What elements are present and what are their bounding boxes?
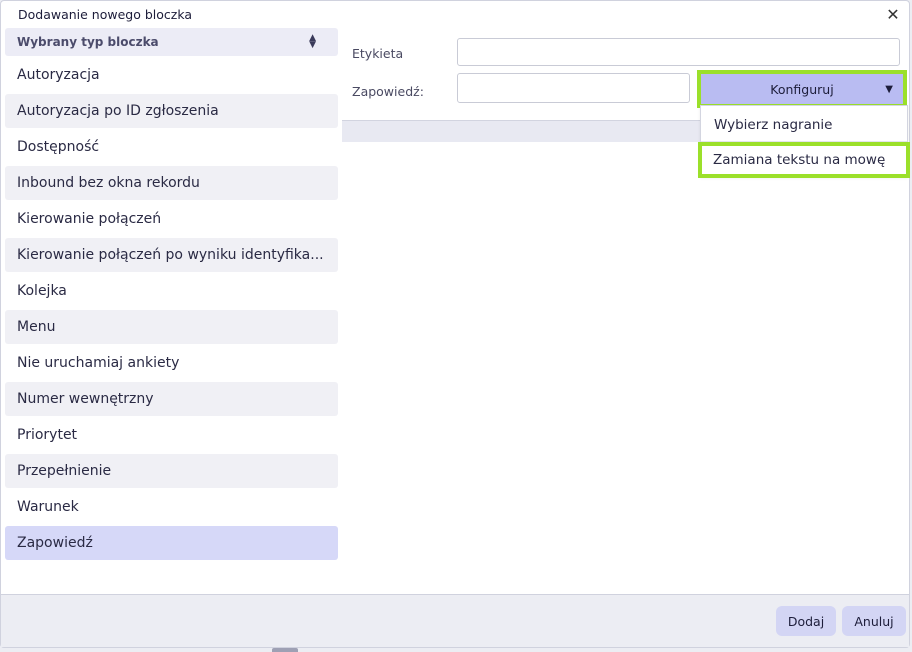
list-item-kolejka[interactable]: Kolejka <box>5 274 338 308</box>
announcement-input[interactable] <box>457 73 690 103</box>
list-item-kierowanie-po-wyniku[interactable]: Kierowanie połączeń po wyniku identyfika… <box>5 238 338 272</box>
dialog-title: Dodawanie nowego bloczka <box>18 7 193 22</box>
list-item-kierowanie-polaczen[interactable]: Kierowanie połączeń <box>5 202 338 236</box>
add-block-dialog: Dodawanie nowego bloczka ✕ Wybrany typ b… <box>0 0 910 648</box>
label-input[interactable] <box>457 38 900 66</box>
dialog-footer: Dodaj Anuluj <box>1 594 909 647</box>
configure-button[interactable]: Konfiguruj ▼ <box>697 70 907 108</box>
list-item-zapowiedz[interactable]: Zapowiedź <box>5 526 338 560</box>
sort-updown-icon: ▲ ▼ <box>309 33 316 50</box>
block-type-header-label: Wybrany typ bloczka <box>17 35 159 49</box>
block-type-header[interactable]: Wybrany typ bloczka ▲ ▼ <box>5 28 338 56</box>
configure-menu: Wybierz nagranie Zamiana tekstu na mowę <box>698 105 910 178</box>
chevron-down-icon: ▼ <box>885 84 893 95</box>
list-item-autoryzacja[interactable]: Autoryzacja <box>5 58 338 92</box>
label-field-label: Etykieta <box>352 46 404 61</box>
add-button[interactable]: Dodaj <box>776 606 836 636</box>
background-tab-handle <box>272 648 298 652</box>
menu-item-choose-recording[interactable]: Wybierz nagranie <box>701 108 907 142</box>
announcement-field-label: Zapowiedź: <box>352 84 424 99</box>
block-type-list: Wybrany typ bloczka ▲ ▼ Autoryzacja Autor… <box>5 28 338 560</box>
list-item-dostepnosc[interactable]: Dostępność <box>5 130 338 164</box>
list-item-inbound[interactable]: Inbound bez okna rekordu <box>5 166 338 200</box>
dialog-titlebar: Dodawanie nowego bloczka ✕ <box>1 1 909 28</box>
list-item-warunek[interactable]: Warunek <box>5 490 338 524</box>
menu-item-text-to-speech[interactable]: Zamiana tekstu na mowę <box>698 142 910 178</box>
cancel-button[interactable]: Anuluj <box>842 606 906 636</box>
list-item-przepelnienie[interactable]: Przepełnienie <box>5 454 338 488</box>
configure-button-label: Konfiguruj <box>770 81 834 97</box>
close-icon[interactable]: ✕ <box>883 4 903 24</box>
list-item-nie-uruchamiaj-ankiety[interactable]: Nie uruchamiaj ankiety <box>5 346 338 380</box>
list-item-menu[interactable]: Menu <box>5 310 338 344</box>
list-item-numer-wewnetrzny[interactable]: Numer wewnętrzny <box>5 382 338 416</box>
list-item-autoryzacja-po-id[interactable]: Autoryzacja po ID zgłoszenia <box>5 94 338 128</box>
list-item-priorytet[interactable]: Priorytet <box>5 418 338 452</box>
